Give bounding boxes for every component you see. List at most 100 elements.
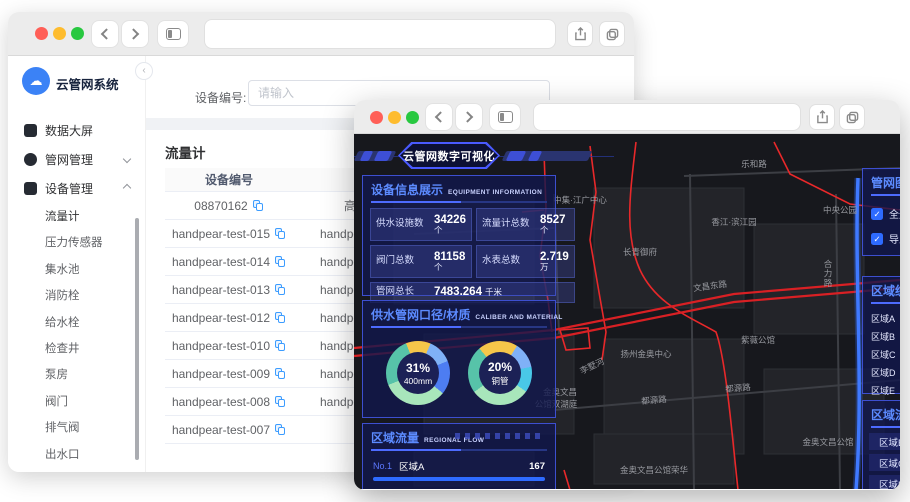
close-button[interactable] (370, 111, 383, 124)
device-number-cell: handpear-test-012 (165, 311, 293, 325)
region-flow2-row[interactable]: 区域D (869, 475, 900, 489)
legend-row[interactable]: 区域B (863, 327, 900, 345)
device-number-cell: handpear-test-007 (165, 423, 293, 437)
tab-overview-button[interactable] (840, 105, 864, 129)
device-number-cell: handpear-test-015 (165, 227, 293, 241)
sidebar-subitem[interactable]: 检查井 (8, 336, 146, 360)
panel-title: 区域流速 (871, 408, 900, 422)
device-number-cell: 08870162 (165, 199, 293, 213)
sidebar-subitem[interactable]: 集水池 (8, 257, 146, 281)
sidebar: ☁ 云管网系统 ‹ 数据大屏 管网管理 设备管理 流量计 压力传感器 集水池 消防栓 给水栓… (8, 56, 153, 472)
share-icon (816, 110, 828, 124)
flow-progress-bar (373, 477, 545, 481)
donut-chart: 20% 铜管 (468, 341, 532, 405)
address-bar[interactable] (205, 20, 555, 48)
region-stats-panel: 区域统计 区域A区域B区域C区域D区域E 0 (862, 276, 900, 396)
panel-title: 管网图层 (871, 176, 900, 190)
legend-row[interactable]: 区域C (863, 345, 900, 363)
copy-icon[interactable] (275, 395, 286, 408)
chevron-left-icon (434, 111, 447, 123)
copy-icon[interactable] (252, 199, 264, 212)
copy-icon[interactable] (275, 339, 286, 352)
copy-icon[interactable] (275, 227, 286, 240)
stat-unit: 个 (539, 225, 549, 236)
chevron-left-icon (100, 28, 113, 40)
donut-center: 20% 铜管 (478, 351, 522, 395)
legend-row[interactable]: 区域D (863, 363, 900, 381)
layers-panel: 管网图层 ✓ 全选 ✓ 导入 (862, 168, 900, 256)
share-button[interactable] (568, 22, 592, 46)
sidebar-subitem[interactable]: 消防栓 (8, 283, 146, 307)
copy-icon[interactable] (275, 283, 286, 296)
chevron-right-icon (127, 28, 140, 40)
chevron-down-icon (122, 154, 132, 164)
minimize-button[interactable] (53, 27, 66, 40)
checkbox-checked-icon[interactable]: ✓ (871, 232, 883, 245)
layer-checkbox-row[interactable]: ✓ 全选 (863, 201, 900, 226)
panel-underline (871, 302, 900, 304)
stat-cell: 阀门总数 81158 个 (370, 245, 472, 278)
sidebar-scrollbar[interactable] (135, 218, 139, 460)
sidebar-item[interactable]: 设备管理 (8, 174, 146, 202)
legend-row[interactable]: 区域A (863, 309, 900, 327)
stat-value: 8527 个 (539, 213, 566, 236)
region-flow2-row[interactable]: 区域B (869, 433, 900, 450)
donut-chart: 31% 400mm (386, 341, 450, 405)
copy-icon[interactable] (275, 367, 286, 380)
close-button[interactable] (35, 27, 48, 40)
sidebar-subitem[interactable]: 出水口 (8, 442, 146, 466)
sidebar-toggle-button[interactable] (490, 104, 520, 130)
column-header-device-number: 设备编号 (204, 173, 253, 187)
sidebar-item-label: 设备管理 (45, 181, 94, 196)
zoom-button[interactable] (71, 27, 84, 40)
sidebar-subitem[interactable]: 排气阀 (8, 415, 146, 439)
sidebar-subitem[interactable]: 阀门 (8, 389, 146, 413)
sidebar-toggle-button[interactable] (158, 21, 188, 47)
minimize-button[interactable] (388, 111, 401, 124)
sidebar-subitem[interactable]: 水源井 (8, 468, 146, 472)
sidebar-item[interactable]: 管网管理 (8, 145, 146, 173)
layer-checkbox-row[interactable]: ✓ 导入 (863, 226, 900, 251)
legend-name: 区域B (871, 331, 896, 342)
browser-chrome (8, 12, 634, 56)
region-flow2-panel: 区域流速 区域B区域C区域D区域E (862, 400, 900, 489)
share-button[interactable] (810, 105, 834, 129)
sidebar-subitem[interactable]: 泵房 (8, 362, 146, 386)
forward-button[interactable] (456, 104, 482, 130)
region-flow2-row[interactable]: 区域C (869, 454, 900, 471)
tab-overview-button[interactable] (600, 22, 624, 46)
stat-unit: 个 (434, 225, 443, 236)
donut-percent: 31% (405, 360, 431, 375)
copy-icon[interactable] (275, 311, 286, 324)
sidebar-subitem[interactable]: 压力传感器 (8, 230, 146, 254)
device-number-label: 设备编号: (195, 91, 247, 105)
legend-row[interactable]: 区域E (863, 381, 900, 399)
sidebar-subitem[interactable]: 流量计 (8, 203, 146, 229)
tabs-icon (606, 28, 618, 40)
zoom-button[interactable] (406, 111, 419, 124)
panel-underline (871, 426, 900, 428)
sidebar-item[interactable]: 数据大屏 (8, 116, 146, 144)
panel-decor-dots (455, 433, 545, 439)
flow-value: 123 (529, 489, 545, 490)
forward-button[interactable] (122, 21, 148, 47)
back-button[interactable] (426, 104, 452, 130)
copy-icon[interactable] (275, 255, 286, 268)
panel-title: 区域流量 (371, 431, 420, 445)
checkbox-checked-icon[interactable]: ✓ (871, 207, 883, 220)
stat-label: 管网总长 (376, 286, 415, 298)
region-flow2-list: 区域B区域C区域D区域E (863, 433, 900, 489)
sidebar-collapse-button[interactable]: ‹ (135, 62, 153, 80)
device-number-cell: handpear-test-014 (165, 255, 293, 269)
address-bar[interactable] (534, 104, 800, 130)
sidebar-subitem[interactable]: 给水栓 (8, 310, 146, 334)
stat-cell: 供水设施数 34226 个 (370, 208, 472, 241)
stat-label: 供水设施数 (376, 218, 424, 230)
back-button[interactable] (92, 21, 118, 47)
flow-rank: No.1 (373, 461, 393, 471)
tabs-icon (846, 111, 858, 123)
screen-icon (24, 123, 37, 137)
copy-icon[interactable] (275, 423, 286, 436)
card-title: 流量计 (165, 146, 206, 161)
flow-value: 167 (529, 460, 545, 472)
